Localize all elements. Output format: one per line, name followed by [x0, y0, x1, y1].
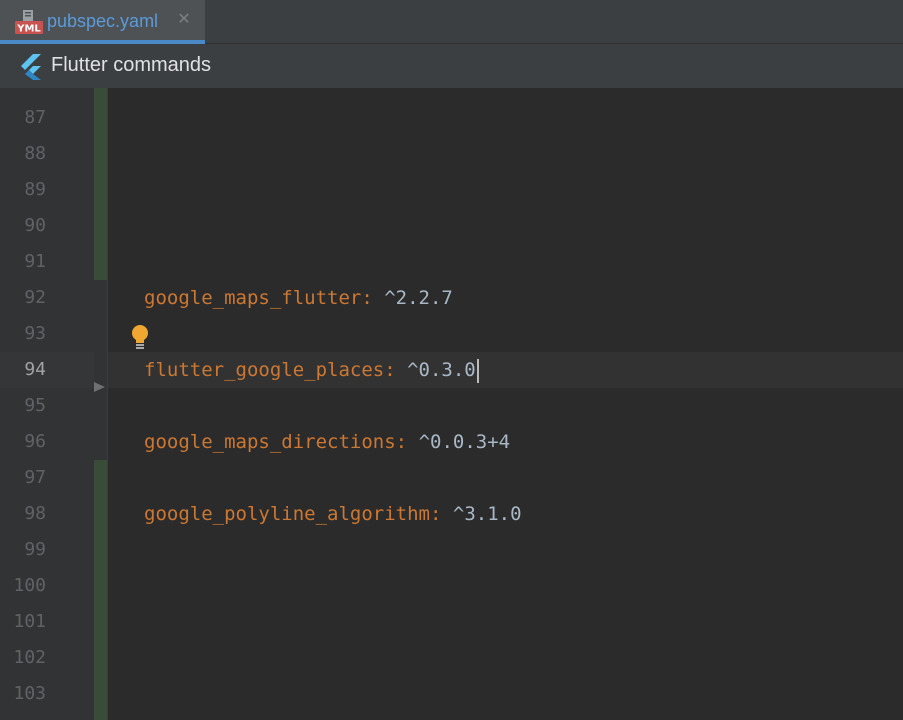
yaml-colon: : [395, 431, 408, 453]
yaml-key: google_polyline_algorithm [144, 503, 430, 525]
flutter-logo-icon [21, 54, 41, 80]
yaml-icon-text: YML [16, 24, 41, 35]
line-number-active: 94 [24, 359, 46, 380]
line-number: 102 [13, 647, 46, 668]
vcs-change-marker[interactable] [94, 460, 108, 720]
yaml-key: google_maps_directions [144, 431, 396, 453]
ide-window: YML pubspec.yaml ✕ Flutter commands 86 8… [0, 0, 903, 720]
text-caret [476, 358, 479, 383]
flutter-commands-label[interactable]: Flutter commands [51, 54, 211, 77]
code-line[interactable]: google_maps_directions: ^0.0.3+4 [144, 424, 510, 460]
fold-arrow-icon[interactable] [93, 380, 107, 394]
line-number: 86 [0, 88, 46, 100]
code-line[interactable]: google_polyline_algorithm: ^3.1.0 [144, 496, 522, 532]
code-line-current[interactable]: flutter_google_places: ^0.3.0 [144, 352, 479, 388]
yaml-file-icon: YML [15, 10, 43, 35]
close-icon[interactable]: ✕ [176, 11, 192, 29]
yaml-value: ^0.0.3+4 [407, 431, 511, 453]
yaml-value: ^0.3.0 [395, 359, 476, 381]
line-number: 96 [24, 431, 46, 452]
lightbulb-icon[interactable] [130, 324, 150, 352]
line-number: 93 [24, 323, 46, 344]
line-number: 98 [24, 503, 46, 524]
line-number: 99 [24, 539, 46, 560]
flutter-commands-bar[interactable]: Flutter commands [0, 44, 903, 88]
line-number: 100 [13, 575, 46, 596]
line-number: 103 [13, 683, 46, 704]
yaml-colon: : [361, 287, 373, 309]
yaml-key: flutter_google_places [144, 359, 385, 381]
line-number: 87 [24, 107, 46, 128]
line-number: 89 [24, 179, 46, 200]
line-number: 88 [24, 143, 46, 164]
line-number: 92 [24, 287, 46, 308]
yaml-value: ^3.1.0 [441, 503, 522, 525]
vcs-change-marker[interactable] [94, 88, 108, 280]
line-number: 101 [13, 611, 46, 632]
line-number: 97 [24, 467, 46, 488]
line-number: 95 [24, 395, 46, 416]
gutter-divider [107, 88, 108, 720]
line-number: 90 [24, 215, 46, 236]
yaml-value: ^2.2.7 [372, 287, 453, 309]
yaml-colon: : [429, 503, 442, 525]
yaml-key: google_maps_flutter [144, 287, 362, 309]
code-line[interactable]: google_maps_flutter: ^2.2.7 [144, 280, 453, 316]
line-number: 91 [24, 251, 46, 272]
code-editor[interactable]: 86 87 88 89 90 91 92 93 94 95 96 97 98 9… [0, 88, 903, 720]
editor-tab-bar: YML pubspec.yaml ✕ [0, 0, 903, 44]
tab-label: pubspec.yaml [47, 11, 159, 31]
tab-pubspec-yaml[interactable]: YML pubspec.yaml ✕ [0, 0, 205, 44]
yaml-colon: : [384, 359, 396, 381]
